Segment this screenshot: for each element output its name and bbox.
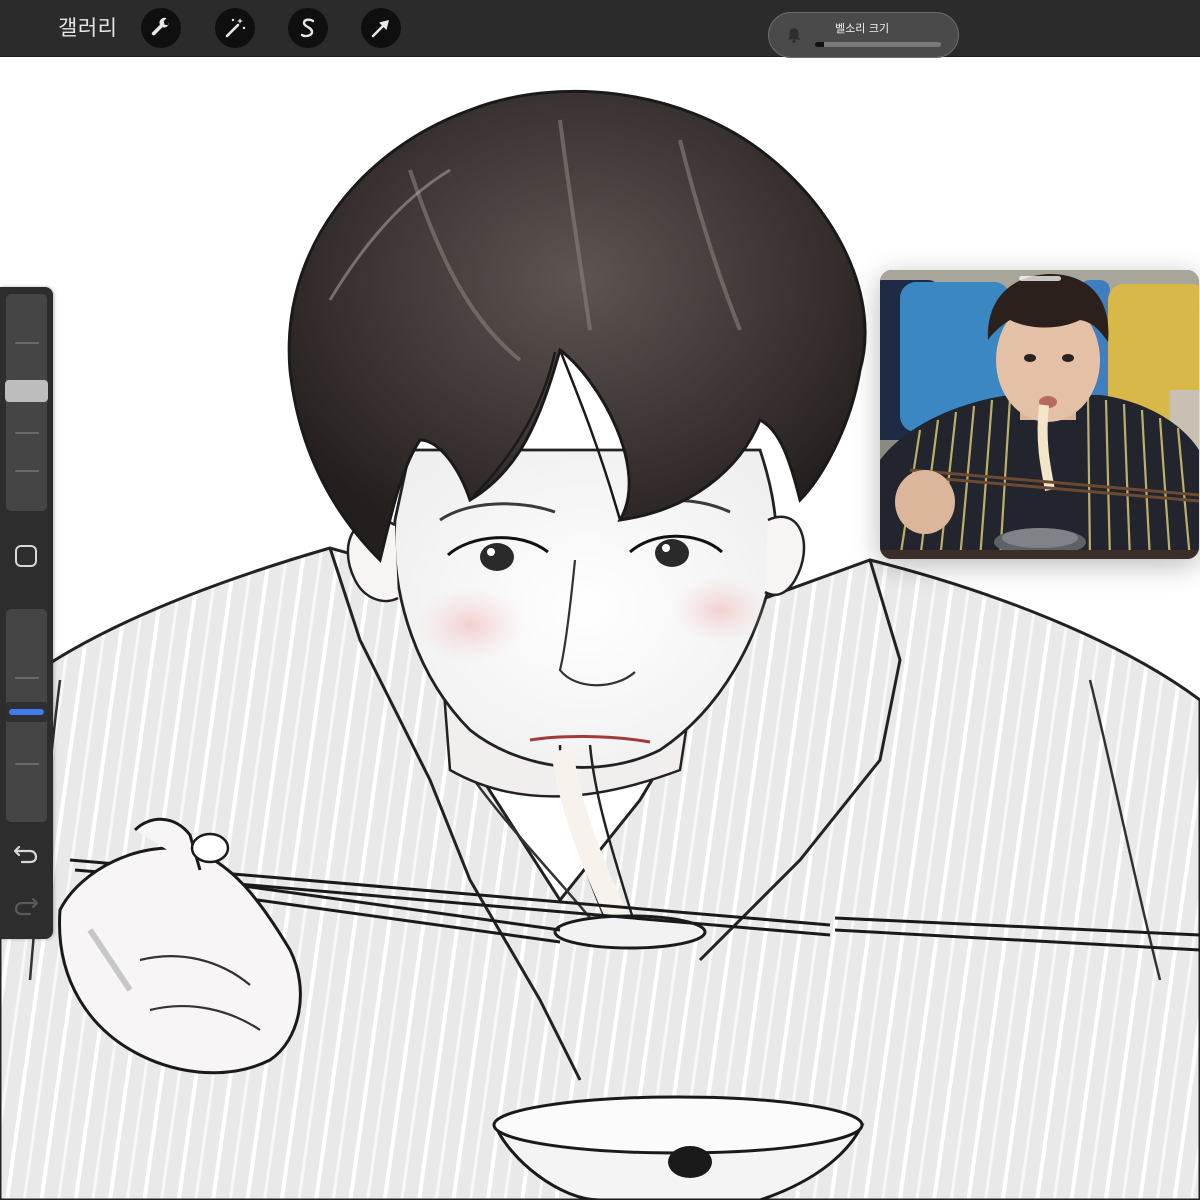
brush-size-slider[interactable] xyxy=(6,294,47,511)
wrench-icon xyxy=(151,17,170,36)
volume-level-bar xyxy=(815,42,941,47)
sketch-artwork xyxy=(0,89,1200,1200)
volume-hud: 벨소리 크기 xyxy=(768,12,959,58)
transform-button[interactable] xyxy=(361,8,401,48)
arrow-cursor-icon xyxy=(371,20,389,38)
picture-in-picture-video[interactable] xyxy=(880,270,1199,559)
video-frame xyxy=(880,270,1199,559)
brush-size-handle[interactable] xyxy=(5,379,48,402)
slider-tick xyxy=(15,763,39,765)
slider-tick xyxy=(15,432,39,434)
slider-tick xyxy=(15,342,39,344)
magic-wand-icon xyxy=(225,18,246,38)
gallery-button[interactable]: 갤러리 xyxy=(58,12,117,42)
top-toolbar: 갤러리 xyxy=(0,0,1200,57)
selection-s-icon xyxy=(300,18,315,38)
square-modifier-icon[interactable] xyxy=(15,545,37,567)
volume-level-fill xyxy=(815,42,824,47)
redo-icon[interactable] xyxy=(13,894,39,916)
drawing-canvas[interactable] xyxy=(0,56,1200,1200)
undo-icon[interactable] xyxy=(13,842,39,864)
adjustments-button[interactable] xyxy=(215,8,255,48)
selection-button[interactable] xyxy=(288,8,328,48)
actions-button[interactable] xyxy=(141,8,181,48)
procreate-app: 갤러리 벨소리 크기 xyxy=(0,0,1200,1200)
opacity-handle-indicator xyxy=(9,708,44,715)
opacity-handle[interactable] xyxy=(5,701,48,722)
slider-tick xyxy=(15,470,39,472)
bell-icon xyxy=(788,28,800,43)
sidebar xyxy=(0,287,53,939)
slider-tick xyxy=(15,677,39,679)
volume-title: 벨소리 크기 xyxy=(835,22,890,35)
